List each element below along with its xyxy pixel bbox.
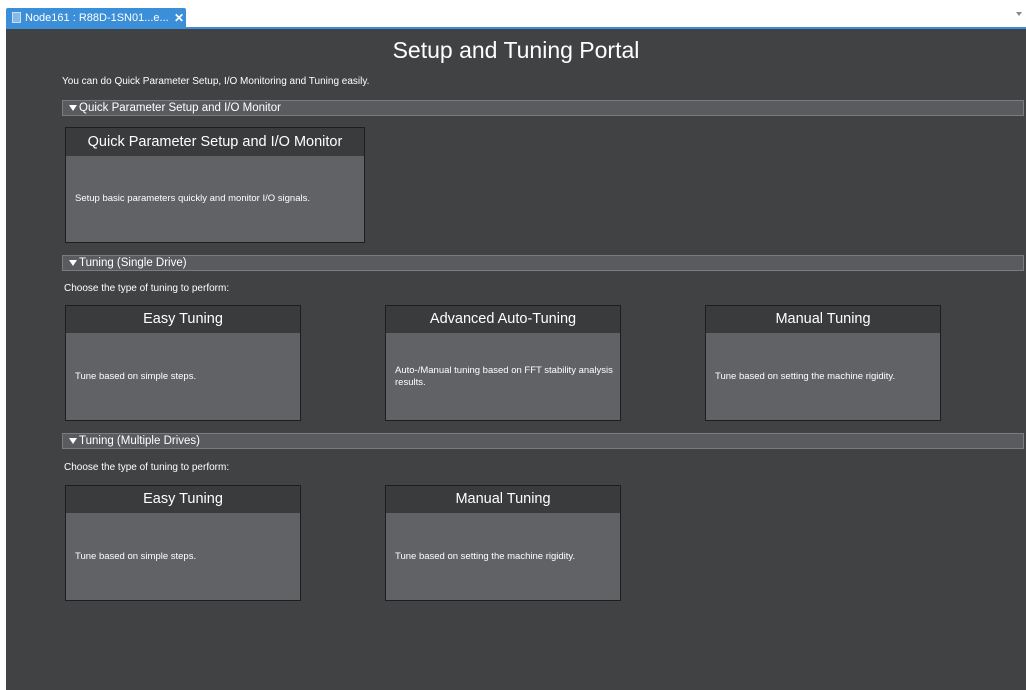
setup-tuning-window: Node161 : R88D-1SN01...e... ✕ Setup and … [0,0,1026,690]
card-description: Tune based on setting the machine rigidi… [395,550,576,562]
card-manual-tuning-single[interactable]: Manual Tuning Tune based on setting the … [705,305,941,421]
card-advanced-auto-tuning[interactable]: Advanced Auto-Tuning Auto-/Manual tuning… [385,305,621,421]
close-icon[interactable]: ✕ [174,8,184,28]
card-description: Tune based on setting the machine rigidi… [715,370,896,382]
triangle-down-icon [69,438,77,444]
card-description: Auto-/Manual tuning based on FFT stabili… [395,364,613,388]
triangle-down-icon [69,105,77,111]
card-easy-tuning-single[interactable]: Easy Tuning Tune based on simple steps. [65,305,301,421]
section-header-label: Tuning (Multiple Drives) [79,435,200,447]
tab-strip: Node161 : R88D-1SN01...e... ✕ [0,0,1026,29]
intro-text: You can do Quick Parameter Setup, I/O Mo… [62,76,370,87]
card-easy-tuning-multiple[interactable]: Easy Tuning Tune based on simple steps. [65,485,301,601]
document-node-icon [12,12,21,23]
tab-label: Node161 : R88D-1SN01...e... [25,12,169,24]
tuning-prompt: Choose the type of tuning to perform: [64,462,230,473]
portal-pane: Setup and Tuning Portal You can do Quick… [6,29,1026,690]
section-header-single-drive[interactable]: Tuning (Single Drive) [62,255,1024,271]
tab-overflow-icon[interactable] [1016,12,1022,16]
section-header-multiple-drives[interactable]: Tuning (Multiple Drives) [62,433,1024,449]
triangle-down-icon [69,260,77,266]
card-manual-tuning-multiple[interactable]: Manual Tuning Tune based on setting the … [385,485,621,601]
card-quick-parameter-setup[interactable]: Quick Parameter Setup and I/O Monitor Se… [65,127,365,243]
card-description: Setup basic parameters quickly and monit… [75,192,310,204]
card-description: Tune based on simple steps. [75,550,197,562]
card-description: Tune based on simple steps. [75,370,197,382]
page-title: Setup and Tuning Portal [392,37,640,63]
section-header-label: Quick Parameter Setup and I/O Monitor [79,102,281,114]
section-header-quick-setup[interactable]: Quick Parameter Setup and I/O Monitor [62,100,1024,116]
tab-node161[interactable]: Node161 : R88D-1SN01...e... ✕ [6,8,186,28]
section-header-label: Tuning (Single Drive) [79,257,187,269]
tuning-prompt: Choose the type of tuning to perform: [64,283,230,294]
